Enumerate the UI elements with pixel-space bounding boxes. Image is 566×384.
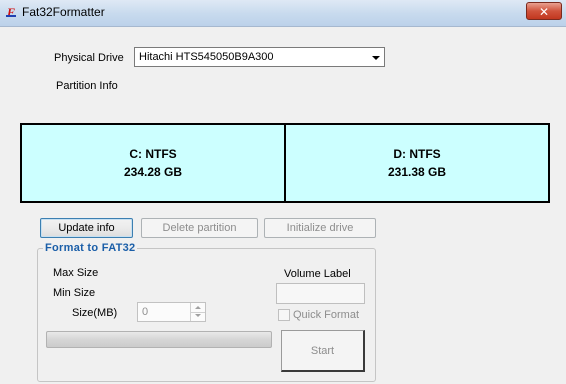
fat32formatter-window: F Fat32Formatter ✕ Physical Drive Hitach… <box>0 0 566 384</box>
partition-c[interactable]: C: NTFS 234.28 GB <box>22 125 284 201</box>
volume-label-input[interactable] <box>276 283 365 304</box>
volume-label-label: Volume Label <box>284 268 351 280</box>
size-mb-label: Size(MB) <box>72 307 118 319</box>
min-size-label: Min Size <box>53 287 96 299</box>
window-title: Fat32Formatter <box>22 5 105 19</box>
partition-info-label: Partition Info <box>56 80 118 92</box>
partition-d[interactable]: D: NTFS 231.38 GB <box>284 125 548 201</box>
title-bar[interactable]: F Fat32Formatter ✕ <box>0 0 566 27</box>
format-group-title: Format to FAT32 <box>43 242 138 254</box>
partition-name: D: NTFS <box>393 147 441 161</box>
close-button[interactable]: ✕ <box>526 2 562 20</box>
partition-name: C: NTFS <box>129 147 177 161</box>
start-button[interactable]: Start <box>281 330 365 372</box>
update-info-button[interactable]: Update info <box>40 218 133 238</box>
chevron-down-icon[interactable] <box>372 56 380 60</box>
max-size-label: Max Size <box>53 267 99 279</box>
quick-format-label: Quick Format <box>293 309 360 321</box>
partition-size: 231.38 GB <box>387 165 447 179</box>
size-mb-stepper[interactable]: 0 <box>137 302 206 322</box>
decrement-icon[interactable] <box>191 312 205 321</box>
stepper-buttons <box>190 303 205 321</box>
delete-partition-button[interactable]: Delete partition <box>141 218 258 238</box>
quick-format-checkbox[interactable] <box>278 309 290 321</box>
physical-drive-value: Hitachi HTS545050B9A300 <box>139 51 274 63</box>
app-icon: F <box>4 5 18 19</box>
initialize-drive-button[interactable]: Initialize drive <box>264 218 376 238</box>
size-mb-value: 0 <box>142 306 149 318</box>
partition-size: 234.28 GB <box>123 165 183 179</box>
format-progress-bar <box>46 331 272 348</box>
physical-drive-label: Physical Drive <box>54 52 124 64</box>
physical-drive-select[interactable]: Hitachi HTS545050B9A300 <box>134 47 385 67</box>
partition-map: C: NTFS 234.28 GB D: NTFS 231.38 GB <box>20 123 550 203</box>
